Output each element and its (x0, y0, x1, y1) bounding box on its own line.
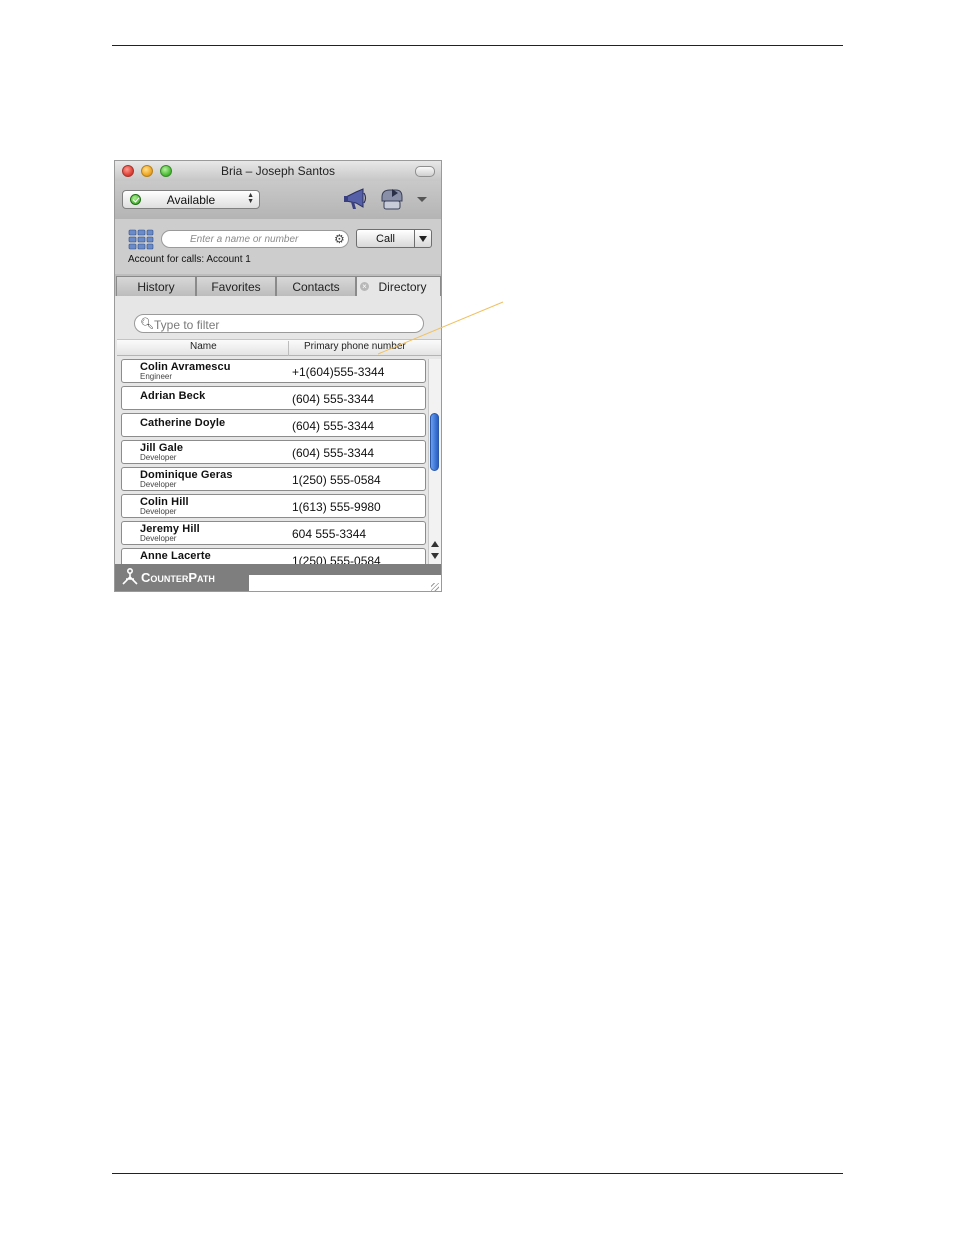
column-divider[interactable] (288, 341, 289, 356)
contact-name: Catherine Doyle (140, 417, 226, 429)
contact-title: Developer (140, 534, 177, 543)
contact-phone: 604 555-3344 (292, 527, 367, 541)
scrollbar-thumb[interactable] (430, 413, 439, 471)
megaphone-icon[interactable] (343, 187, 369, 211)
page-bottom-rule (112, 1173, 843, 1174)
toolbar-toggle-button[interactable] (415, 166, 435, 177)
call-button[interactable]: Call (356, 229, 415, 248)
counterpath-brand-text: CounterPath (141, 570, 215, 585)
tab-directory[interactable]: × Directory (356, 276, 441, 297)
directory-panel: 🔍︎ Name Primary phone number Colin Avram… (115, 296, 441, 564)
contact-phone: (604) 555-3344 (292, 392, 375, 406)
bria-window: Bria – Joseph Santos Available ▲ ▼ Enter… (114, 160, 442, 592)
contact-name: Adrian Beck (140, 390, 206, 402)
account-for-calls-label: Account for calls: Account 1 (128, 254, 251, 265)
contact-title: Developer (140, 480, 177, 489)
scroll-up-arrow-icon[interactable] (431, 541, 439, 547)
directory-row[interactable]: Jeremy Hill Developer 604 555-3344 (121, 521, 426, 545)
tab-contacts[interactable]: Contacts (276, 276, 356, 296)
title-bar[interactable]: Bria – Joseph Santos (115, 161, 441, 182)
toolbar: Available ▲ ▼ (115, 181, 441, 219)
directory-row[interactable]: Jill Gale Developer (604) 555-3344 (121, 440, 426, 464)
presence-status-label: Available (166, 193, 216, 207)
directory-row[interactable]: Adrian Beck (604) 555-3344 (121, 386, 426, 410)
presence-status-select[interactable]: Available ▲ ▼ (122, 190, 260, 209)
directory-row[interactable]: Colin Hill Developer 1(613) 555-9980 (121, 494, 426, 518)
directory-row[interactable]: Anne Lacerte 1(250) 555-0584 (121, 548, 426, 564)
directory-column-header: Name Primary phone number (117, 339, 441, 356)
call-options-dropdown-button[interactable] (414, 229, 432, 248)
tab-directory-label: Directory (378, 280, 427, 294)
contact-name: Anne Lacerte (140, 550, 211, 562)
close-tab-icon[interactable]: × (360, 282, 369, 291)
contact-title: Developer (140, 507, 177, 516)
contact-title: Developer (140, 453, 177, 462)
contact-phone: (604) 555-3344 (292, 419, 375, 433)
contact-phone: +1(604)555-3344 (292, 365, 385, 379)
tab-bar: History Favorites Contacts × Directory (115, 274, 441, 297)
directory-row[interactable]: Colin Avramescu Engineer +1(604)555-3344 (121, 359, 426, 383)
dial-bar: ⚙ Call Account for calls: Account 1 (115, 219, 441, 274)
tab-history[interactable]: History (116, 276, 196, 296)
contact-title: Engineer (140, 372, 173, 381)
directory-filter-field[interactable]: 🔍︎ (134, 314, 424, 333)
contact-phone: 1(613) 555-9980 (292, 500, 381, 514)
column-header-primary-phone[interactable]: Primary phone number (304, 341, 406, 352)
voicemail-icon[interactable] (378, 187, 406, 213)
window-footer: CounterPath (115, 564, 441, 591)
dial-name-or-number-input[interactable] (161, 230, 349, 248)
contact-phone: 1(250) 555-0584 (292, 554, 381, 564)
scroll-down-arrow-icon[interactable] (431, 553, 439, 559)
more-options-chevron-icon[interactable] (417, 197, 427, 202)
dialpad-icon[interactable] (128, 229, 154, 251)
gear-icon[interactable]: ⚙ (334, 232, 345, 246)
contact-phone: (604) 555-3344 (292, 446, 375, 460)
footer-tab-area (249, 575, 441, 591)
contact-phone: 1(250) 555-0584 (292, 473, 381, 487)
resize-grip-icon[interactable] (431, 583, 439, 591)
page-top-rule (112, 45, 843, 46)
directory-filter-input[interactable] (152, 316, 416, 333)
select-arrows-icon: ▲ ▼ (247, 192, 254, 205)
column-header-name[interactable]: Name (190, 341, 217, 352)
counterpath-logo-icon (122, 567, 138, 585)
directory-row[interactable]: Catherine Doyle (604) 555-3344 (121, 413, 426, 437)
window-title: Bria – Joseph Santos (220, 164, 336, 178)
directory-row[interactable]: Dominique Geras Developer 1(250) 555-058… (121, 467, 426, 491)
directory-scrollbar[interactable] (428, 359, 441, 564)
tab-favorites[interactable]: Favorites (196, 276, 276, 296)
directory-list: Colin Avramescu Engineer +1(604)555-3344… (121, 359, 426, 564)
